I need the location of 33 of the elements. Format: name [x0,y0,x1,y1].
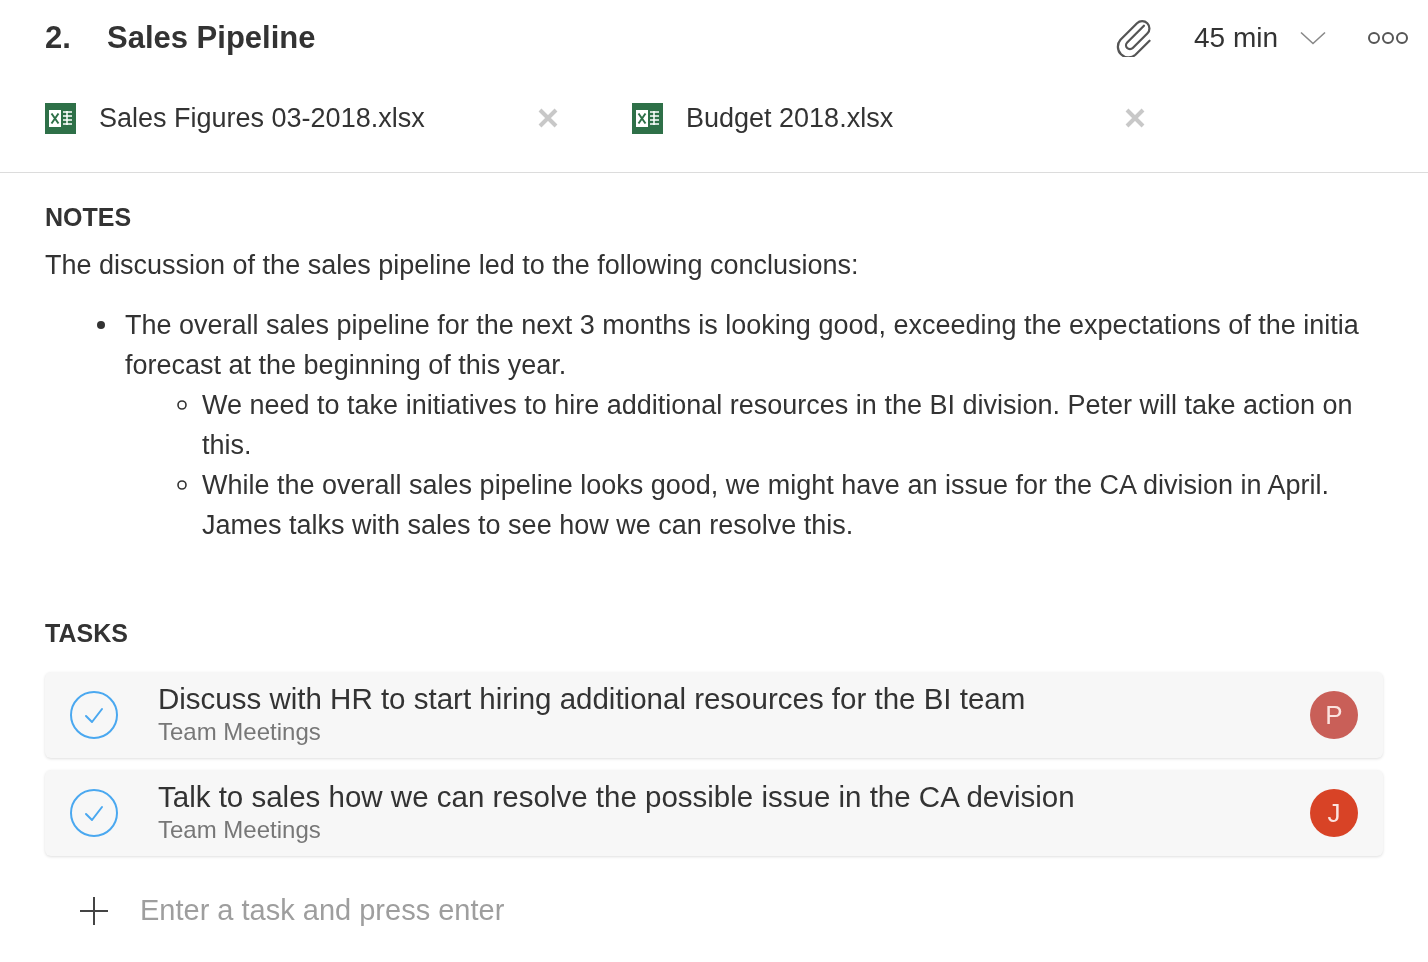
assignee-avatar: J [1310,789,1358,837]
spreadsheet-icon [45,102,76,134]
attachment-link[interactable]: Budget 2018.xlsx [686,97,1125,139]
attachment-link[interactable]: Sales Figures 03-2018.xlsx [99,97,538,139]
close-icon[interactable] [1125,108,1145,128]
assignee-avatar: P [1310,691,1358,739]
bullet-icon [177,480,187,490]
chevron-down-icon [1300,31,1326,45]
task-title: Talk to sales how we can resolve the possible issue in the CA devision [158,780,1075,814]
check-circle-icon[interactable] [70,691,118,739]
task-project: Team Meetings [158,717,322,747]
bullet-icon [177,400,187,410]
bullet-text: The overall sales pipeline for the next 3 months is looking good, exceeding the expectations of the initia forecast at the beginning of this year. [125,309,1360,382]
section-heading: NOTES [45,202,133,233]
item-number: 2. [45,18,72,57]
bullet-text: While the overall sales pipeline looks good, we might have an issue for the CA division in April. James talks with sales to see how we can resolve this. [202,469,1331,542]
check-circle-icon[interactable] [70,789,118,837]
task-project: Team Meetings [158,815,322,845]
more-icon[interactable] [1368,31,1408,45]
new-task-field[interactable]: Enter a task and press enter [140,889,740,933]
notes-text: The discussion of the sales pipeline led to the following conclusions: [45,249,860,282]
duration-dropdown[interactable]: 45 min [1193,17,1326,59]
task-card[interactable]: Discuss with HR to start hiring additional resources for the BI team Team Meetings P [45,672,1383,758]
section-heading: TASKS [45,618,129,649]
plus-icon[interactable] [80,897,108,925]
spreadsheet-icon [632,102,663,134]
bullet-text: We need to take initiatives to hire additional resources in the BI division. Peter will take action on this. [202,389,1354,462]
paperclip-icon[interactable] [1115,19,1154,57]
bullet-icon [97,321,105,329]
task-title: Discuss with HR to start hiring additional resources for the BI team [158,682,1026,716]
close-icon[interactable] [538,108,558,128]
item-title: Sales Pipeline [107,18,316,57]
task-card[interactable]: Talk to sales how we can resolve the possible issue in the CA devision Team Meetings J [45,770,1383,856]
